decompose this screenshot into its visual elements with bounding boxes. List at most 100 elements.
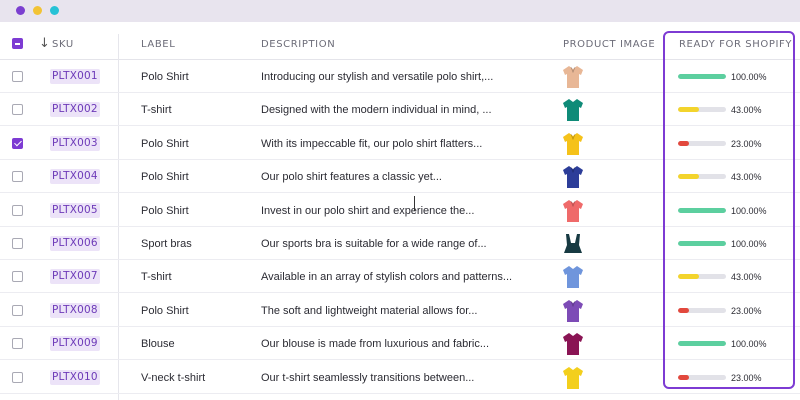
header-product-image[interactable]: PRODUCT IMAGE bbox=[563, 39, 655, 50]
sku-cell[interactable]: PLTX007 bbox=[50, 269, 100, 285]
header-label[interactable]: LABEL bbox=[141, 39, 175, 50]
row-checkbox[interactable] bbox=[12, 304, 23, 316]
label-cell[interactable]: Polo Shirt bbox=[141, 71, 189, 83]
ready-progress-bar bbox=[678, 207, 726, 213]
table-row[interactable]: PLTX005 Polo Shirt Invest in our polo shir… bbox=[0, 194, 800, 227]
polo-shirt-yellow-image[interactable] bbox=[561, 131, 585, 157]
row-checkbox[interactable] bbox=[12, 238, 23, 249]
sku-cell[interactable]: PLTX010 bbox=[50, 369, 100, 385]
polo-shirt-beige-image[interactable] bbox=[561, 64, 585, 90]
ready-progress-fill bbox=[678, 307, 690, 313]
sku-cell[interactable]: PLTX001 bbox=[50, 69, 100, 84]
label-cell[interactable]: Sport bras bbox=[141, 238, 192, 250]
polo-shirt-coral-image[interactable] bbox=[561, 198, 585, 224]
ready-progress-fill bbox=[678, 274, 699, 280]
window-dot-cyan[interactable] bbox=[50, 6, 59, 15]
ready-progress-fill bbox=[678, 74, 726, 79]
row-checkbox[interactable] bbox=[12, 338, 23, 350]
table-row[interactable]: PLTX001 Polo Shirt Introducing our stylish… bbox=[0, 60, 800, 93]
table-row[interactable]: PLTX004 Polo Shirt Our polo shirt features… bbox=[0, 160, 800, 194]
text-cursor bbox=[414, 196, 415, 211]
row-checkbox[interactable] bbox=[12, 71, 23, 82]
ready-progress-bar bbox=[678, 374, 726, 380]
ready-progress-bar bbox=[678, 174, 726, 180]
ready-progress-bar bbox=[678, 74, 726, 79]
ready-percent: 100.00% bbox=[731, 339, 767, 350]
description-cell[interactable]: Our polo shirt features a classic yet... bbox=[261, 171, 442, 183]
table-row[interactable]: PLTX010 V-neck t-shirt Our t-shirt seamles… bbox=[0, 361, 800, 394]
ready-percent: 100.00% bbox=[731, 72, 767, 82]
ready-progress-fill bbox=[678, 241, 726, 246]
polo-shirt-purple-image[interactable] bbox=[561, 298, 585, 324]
ready-progress-fill bbox=[678, 207, 726, 213]
ready-percent: 100.00% bbox=[731, 205, 767, 216]
ready-progress-fill bbox=[678, 341, 726, 347]
blouse-magenta-image[interactable] bbox=[561, 331, 585, 357]
ready-progress-fill bbox=[678, 107, 699, 113]
description-cell[interactable]: The soft and lightweight material allows… bbox=[261, 305, 477, 317]
table-row[interactable]: PLTX003 Polo Shirt With its impeccable fit… bbox=[0, 127, 800, 160]
ready-progress-bar bbox=[678, 107, 726, 113]
vneck-yellow-image[interactable] bbox=[561, 365, 585, 391]
row-checkbox[interactable] bbox=[12, 204, 23, 216]
ready-progress-bar bbox=[678, 307, 726, 313]
table-row[interactable]: PLTX006 Sport bras Our sports bra is suita… bbox=[0, 227, 800, 260]
ready-progress-bar bbox=[678, 341, 726, 347]
label-cell[interactable]: Polo Shirt bbox=[141, 138, 189, 150]
description-cell[interactable]: Introducing our stylish and versatile po… bbox=[261, 71, 493, 83]
description-cell[interactable]: Our t-shirt seamlessly transitions betwe… bbox=[261, 372, 474, 384]
label-cell[interactable]: V-neck t-shirt bbox=[141, 372, 205, 384]
row-checkbox[interactable] bbox=[12, 271, 23, 283]
description-cell[interactable]: Available in an array of stylish colors … bbox=[261, 271, 512, 283]
sku-cell[interactable]: PLTX003 bbox=[50, 135, 100, 151]
description-cell[interactable]: Our sports bra is suitable for a wide ra… bbox=[261, 238, 487, 250]
label-cell[interactable]: Polo Shirt bbox=[141, 171, 189, 183]
label-cell[interactable]: Polo Shirt bbox=[141, 205, 189, 217]
ready-progress-bar bbox=[678, 140, 726, 146]
header-description[interactable]: DESCRIPTION bbox=[261, 39, 335, 50]
ready-progress-fill bbox=[678, 174, 699, 180]
row-checkbox[interactable] bbox=[12, 171, 23, 183]
ready-percent: 43.00% bbox=[731, 172, 762, 183]
sort-arrow-icon[interactable]: ↓ bbox=[39, 36, 51, 51]
description-cell[interactable]: Our blouse is made from luxurious and fa… bbox=[261, 338, 489, 350]
description-cell[interactable]: Designed with the modern individual in m… bbox=[261, 104, 492, 116]
sku-cell[interactable]: PLTX004 bbox=[50, 169, 100, 185]
window-titlebar bbox=[0, 0, 800, 22]
ready-percent: 23.00% bbox=[731, 305, 762, 316]
sports-bra-dark-image[interactable] bbox=[561, 231, 585, 257]
ready-progress-bar bbox=[678, 274, 726, 280]
ready-percent: 43.00% bbox=[731, 105, 762, 116]
label-cell[interactable]: Polo Shirt bbox=[141, 305, 189, 317]
sku-cell[interactable]: PLTX009 bbox=[50, 336, 100, 352]
row-checkbox[interactable] bbox=[12, 371, 23, 383]
sku-cell[interactable]: PLTX008 bbox=[50, 302, 100, 318]
label-cell[interactable]: T-shirt bbox=[141, 271, 172, 283]
sku-cell[interactable]: PLTX005 bbox=[50, 202, 100, 218]
tshirt-teal-image[interactable] bbox=[561, 97, 585, 123]
sku-cell[interactable]: PLTX002 bbox=[50, 102, 100, 118]
ready-percent: 100.00% bbox=[731, 239, 767, 249]
table-header: ↓ SKU LABEL DESCRIPTION PRODUCT IMAGE RE… bbox=[0, 26, 800, 60]
description-cell[interactable]: Invest in our polo shirt and experience … bbox=[261, 205, 474, 217]
label-cell[interactable]: T-shirt bbox=[141, 104, 172, 116]
ready-progress-fill bbox=[678, 140, 690, 146]
header-ready-for-shopify[interactable]: READY FOR SHOPIFY bbox=[679, 39, 792, 50]
select-all-checkbox[interactable] bbox=[12, 38, 23, 49]
header-sku[interactable]: SKU bbox=[52, 39, 74, 50]
table-row[interactable]: PLTX008 Polo Shirt The soft and lightweigh… bbox=[0, 294, 800, 327]
row-checkbox[interactable] bbox=[12, 137, 23, 149]
table-row[interactable]: PLTX007 T-shirt Available in an array of s… bbox=[0, 260, 800, 294]
polo-shirt-navy-image[interactable] bbox=[561, 164, 585, 190]
table-row[interactable]: PLTX002 T-shirt Designed with the modern i… bbox=[0, 93, 800, 127]
sku-cell[interactable]: PLTX006 bbox=[50, 236, 100, 251]
ready-percent: 23.00% bbox=[731, 138, 762, 149]
window-dot-purple[interactable] bbox=[16, 6, 25, 15]
description-cell[interactable]: With its impeccable fit, our polo shirt … bbox=[261, 138, 482, 150]
table-row[interactable]: PLTX009 Blouse Our blouse is made from lux… bbox=[0, 327, 800, 361]
tshirt-blue-image[interactable] bbox=[561, 264, 585, 290]
ready-percent: 23.00% bbox=[731, 372, 762, 383]
label-cell[interactable]: Blouse bbox=[141, 338, 175, 350]
row-checkbox[interactable] bbox=[12, 104, 23, 116]
window-dot-yellow[interactable] bbox=[33, 6, 42, 15]
